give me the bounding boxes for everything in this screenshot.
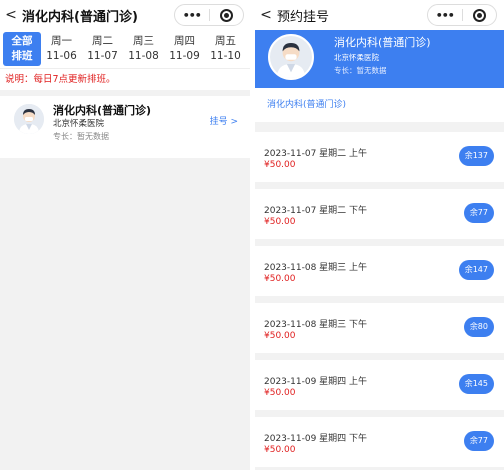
tab-all-schedule[interactable]: 全部 排班 xyxy=(3,32,41,66)
slot-time: 2023-11-07 星期二 下午 xyxy=(264,206,368,216)
slot-price: ¥50.00 xyxy=(264,217,296,227)
day-tab-bottom: 11-10 xyxy=(210,50,241,62)
day-tab-bottom: 11-07 xyxy=(87,50,118,62)
day-tab-top: 周五 xyxy=(215,35,236,47)
slot-price: ¥50.00 xyxy=(264,445,296,455)
slot-item[interactable]: 2023-11-08 星期三 下午 ¥50.00 余80 xyxy=(255,303,504,353)
back-icon[interactable]: < xyxy=(0,0,22,30)
top-navbar: < 消化内科(普通门诊) ••• xyxy=(0,0,250,30)
doctor-banner: 消化内科(普通门诊) 北京怀柔医院 专长：暂无数据 xyxy=(255,30,504,88)
booking-screen: < 预约挂号 ••• 消化内科(普通门诊) 北京怀柔医院 专长：暂无数据 消化内… xyxy=(255,0,504,470)
doctor-info: 消化内科(普通门诊) 北京怀柔医院 专长：暂无数据 xyxy=(53,104,210,143)
slot-item[interactable]: 2023-11-08 星期三 上午 ¥50.00 余147 xyxy=(255,246,504,296)
page-title: 消化内科(普通门诊) xyxy=(22,9,138,25)
slot-price: ¥50.00 xyxy=(264,331,296,341)
doctor-avatar-icon xyxy=(14,104,44,134)
more-icon[interactable]: ••• xyxy=(428,9,462,22)
slot-item[interactable]: 2023-11-09 星期四 上午 ¥50.00 余145 xyxy=(255,360,504,410)
doctor-specialty: 专长：暂无数据 xyxy=(334,66,387,75)
day-tab-bottom: 11-08 xyxy=(128,50,159,62)
slot-item[interactable]: 2023-11-07 星期二 上午 ¥50.00 余137 xyxy=(255,132,504,182)
remaining-badge[interactable]: 余77 xyxy=(463,203,494,223)
schedule-screen: < 消化内科(普通门诊) ••• 全部 排班 周一 11-06 周二 11-07 xyxy=(0,0,250,470)
close-target-icon[interactable] xyxy=(462,8,496,22)
slot-time: 2023-11-09 星期四 上午 xyxy=(264,377,368,387)
top-navbar: < 预约挂号 ••• xyxy=(255,0,504,30)
remaining-badge[interactable]: 余77 xyxy=(463,431,494,451)
department-label: 消化内科(普通门诊) xyxy=(255,88,504,122)
day-tab-bottom: 11-06 xyxy=(46,50,77,62)
tab-thursday[interactable]: 周四 11-09 xyxy=(164,32,205,66)
register-link[interactable]: 挂号 > xyxy=(210,114,238,127)
miniprogram-capsule: ••• xyxy=(427,4,497,26)
remaining-badge[interactable]: 余137 xyxy=(458,146,494,166)
day-tab-top: 全部 xyxy=(11,35,33,47)
hospital-name: 北京怀柔医院 xyxy=(334,53,379,62)
slot-price: ¥50.00 xyxy=(264,274,296,284)
day-tab-top: 周四 xyxy=(174,35,195,47)
back-icon[interactable]: < xyxy=(255,0,277,30)
remaining-badge[interactable]: 余145 xyxy=(458,374,494,394)
slot-time: 2023-11-09 星期四 下午 xyxy=(264,434,368,444)
tab-wednesday[interactable]: 周三 11-08 xyxy=(123,32,164,66)
slot-item[interactable]: 2023-11-07 星期二 下午 ¥50.00 余77 xyxy=(255,189,504,239)
day-tabs: 全部 排班 周一 11-06 周二 11-07 周三 11-08 周四 11-0… xyxy=(0,30,250,68)
schedule-notice: 说明：每日7点更新排班。 xyxy=(0,68,250,90)
remaining-badge[interactable]: 余147 xyxy=(458,260,494,280)
tab-friday[interactable]: 周五 11-10 xyxy=(205,32,246,66)
doctor-info: 消化内科(普通门诊) 北京怀柔医院 专长：暂无数据 xyxy=(334,34,504,77)
page-title: 预约挂号 xyxy=(277,9,330,25)
doctor-specialty: 专长：暂无数据 xyxy=(53,132,109,141)
remaining-badge[interactable]: 余80 xyxy=(463,317,494,337)
close-target-icon[interactable] xyxy=(209,8,243,22)
day-tab-bottom: 排班 xyxy=(11,50,33,62)
slot-price: ¥50.00 xyxy=(264,388,296,398)
day-tab-bottom: 11-09 xyxy=(169,50,200,62)
dual-screen: < 消化内科(普通门诊) ••• 全部 排班 周一 11-06 周二 11-07 xyxy=(0,0,504,470)
slot-time: 2023-11-08 星期三 上午 xyxy=(264,263,368,273)
doctor-avatar-icon xyxy=(268,34,314,80)
day-tab-top: 周三 xyxy=(133,35,154,47)
slot-time: 2023-11-07 星期二 上午 xyxy=(264,149,368,159)
slot-item[interactable]: 2023-11-09 星期四 下午 ¥50.00 余77 xyxy=(255,417,504,467)
slot-price: ¥50.00 xyxy=(264,160,296,170)
day-tab-top: 周二 xyxy=(92,35,113,47)
more-icon[interactable]: ••• xyxy=(175,9,209,22)
hospital-name: 北京怀柔医院 xyxy=(53,119,105,129)
doctor-card[interactable]: 消化内科(普通门诊) 北京怀柔医院 专长：暂无数据 挂号 > xyxy=(0,96,250,158)
day-tab-top: 周一 xyxy=(51,35,72,47)
doctor-name: 消化内科(普通门诊) xyxy=(53,104,152,117)
tab-monday[interactable]: 周一 11-06 xyxy=(41,32,82,66)
tab-tuesday[interactable]: 周二 11-07 xyxy=(82,32,123,66)
miniprogram-capsule: ••• xyxy=(174,4,244,26)
doctor-name: 消化内科(普通门诊) xyxy=(334,36,431,49)
slot-time: 2023-11-08 星期三 下午 xyxy=(264,320,368,330)
